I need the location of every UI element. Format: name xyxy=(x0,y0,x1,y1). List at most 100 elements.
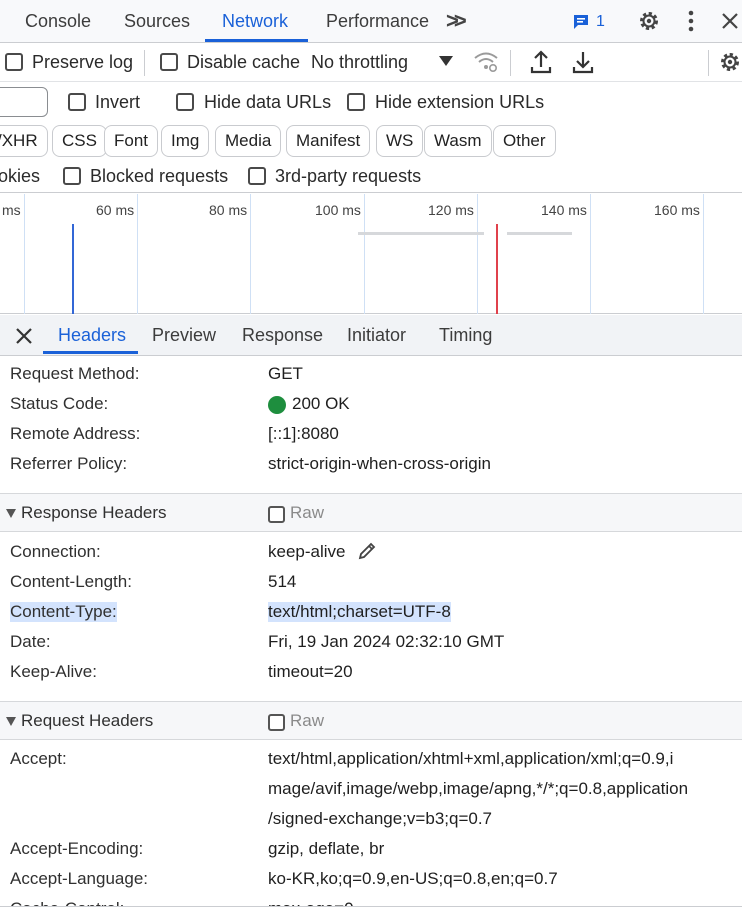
tab-initiator[interactable]: Initiator xyxy=(347,315,406,356)
filter-chip-xhr[interactable]: /XHR xyxy=(0,125,48,157)
tab-sources[interactable]: Sources xyxy=(124,0,190,42)
raw-request-headers-checkbox[interactable] xyxy=(268,714,285,731)
filter-chip-manifest[interactable]: Manifest xyxy=(286,125,371,157)
collapse-triangle-icon[interactable] xyxy=(6,717,16,726)
raw-response-headers-checkbox[interactable] xyxy=(268,506,285,523)
timeline-gridline xyxy=(477,194,478,314)
request-waterfall-bar xyxy=(507,232,572,235)
network-settings-gear-icon[interactable] xyxy=(718,50,742,74)
header-key: Request Method: xyxy=(10,364,140,383)
header-value-line: text/html,application/xhtml+xml,applicat… xyxy=(268,749,674,768)
preserve-log-checkbox[interactable] xyxy=(5,53,23,71)
header-value-line: /signed-exchange;v=b3;q=0.7 xyxy=(268,809,493,828)
request-headers-section[interactable]: Request Headers Raw xyxy=(0,701,742,740)
section-title: Response Headers xyxy=(21,503,167,522)
export-har-download-icon[interactable] xyxy=(571,49,595,75)
timeline-gridline xyxy=(250,194,251,314)
edit-pencil-icon[interactable] xyxy=(357,541,377,561)
header-key: Remote Address: xyxy=(10,424,141,443)
timeline-tick-label: ms xyxy=(2,202,21,218)
message-icon xyxy=(574,15,588,29)
filter-chip-img[interactable]: Img xyxy=(161,125,210,157)
timeline-gridline xyxy=(364,194,365,314)
third-party-requests-label: 3rd-party requests xyxy=(275,166,422,186)
tab-preview[interactable]: Preview xyxy=(152,315,216,356)
active-detail-tab-indicator xyxy=(43,351,138,354)
tab-response[interactable]: Response xyxy=(242,315,323,356)
header-value: ko-KR,ko;q=0.9,en-US;q=0.8,en;q=0.7 xyxy=(268,869,558,888)
raw-label: Raw xyxy=(290,711,325,730)
close-details-icon[interactable] xyxy=(14,326,34,346)
header-value: GET xyxy=(268,364,303,383)
timeline-gridline xyxy=(24,194,25,314)
third-party-requests-checkbox[interactable] xyxy=(248,167,266,185)
collapse-triangle-icon[interactable] xyxy=(6,509,16,518)
tab-timing[interactable]: Timing xyxy=(439,315,492,356)
throttling-select[interactable]: No throttling xyxy=(311,52,408,73)
raw-label: Raw xyxy=(290,503,325,522)
header-value: [::1]:8080 xyxy=(268,424,339,443)
settings-gear-icon[interactable] xyxy=(636,8,662,34)
blocked-requests-checkbox[interactable] xyxy=(63,167,81,185)
header-row: Content-Length: 514 xyxy=(0,568,742,598)
filter-chip-media[interactable]: Media xyxy=(215,125,282,157)
filter-chip-css[interactable]: CSS xyxy=(52,125,107,157)
filter-chip-wasm[interactable]: Wasm xyxy=(424,125,492,157)
tab-console[interactable]: Console xyxy=(25,0,91,42)
more-options-kebab-icon[interactable] xyxy=(678,8,704,34)
header-value-line: mage/avif,image/webp,image/apng,*/*;q=0.… xyxy=(268,779,689,798)
disable-cache-checkbox[interactable] xyxy=(160,53,178,71)
filter-chip-font[interactable]: Font xyxy=(104,125,159,157)
header-row: Keep-Alive: timeout=20 xyxy=(0,658,742,688)
header-key: Status Code: xyxy=(10,394,109,413)
hide-extension-urls-label: Hide extension URLs xyxy=(375,92,545,112)
tab-network[interactable]: Network xyxy=(222,0,288,42)
close-devtools-icon[interactable] xyxy=(717,8,742,34)
preserve-log-label: Preserve log xyxy=(32,52,134,72)
invert-label: Invert xyxy=(95,92,141,112)
toolbar-divider xyxy=(144,50,145,76)
disable-cache-label: Disable cache xyxy=(187,52,301,72)
tab-performance[interactable]: Performance xyxy=(326,0,429,42)
import-har-upload-icon[interactable] xyxy=(529,49,553,75)
invert-checkbox[interactable] xyxy=(68,93,86,111)
issues-count: 1 xyxy=(596,13,605,30)
timeline-tick-label: 60 ms xyxy=(96,202,135,218)
header-value: keep-alive xyxy=(268,542,346,561)
throttling-dropdown-icon[interactable] xyxy=(439,56,453,66)
header-row-accept: Accept: text/html,application/xhtml+xml,… xyxy=(0,745,742,835)
hide-extension-urls-checkbox[interactable] xyxy=(347,93,365,111)
hide-data-urls-checkbox[interactable] xyxy=(176,93,194,111)
header-row: Referrer Policy: strict-origin-when-cros… xyxy=(0,450,742,480)
network-conditions-wifi-icon[interactable] xyxy=(473,50,499,74)
toolbar-divider xyxy=(510,50,511,76)
devtools-tab-bar: Console Sources Network Performance >> 1 xyxy=(0,0,742,43)
filter-chip-other[interactable]: Other xyxy=(493,125,556,157)
tab-headers[interactable]: Headers xyxy=(58,315,126,356)
header-key: Referrer Policy: xyxy=(10,454,128,473)
request-waterfall-bar xyxy=(358,232,484,235)
timeline-gridline xyxy=(137,194,138,314)
header-row: Date: Fri, 19 Jan 2024 02:32:10 GMT xyxy=(0,628,742,658)
filter-chip-ws[interactable]: WS xyxy=(376,125,424,157)
issues-button[interactable]: 1 xyxy=(572,12,605,32)
header-key: Accept-Encoding: xyxy=(10,839,144,858)
header-row: Request Method: GET xyxy=(0,360,742,390)
section-title: Request Headers xyxy=(21,711,154,730)
header-value: timeout=20 xyxy=(268,662,353,681)
timeline-tick-label: 160 ms xyxy=(654,202,700,218)
timeline-gridline xyxy=(590,194,591,314)
more-tabs-chevron-icon[interactable]: >> xyxy=(446,8,467,34)
active-tab-indicator xyxy=(205,39,308,42)
network-overview-timeline[interactable]: ms 60 ms 80 ms 100 ms 120 ms 140 ms 160 … xyxy=(0,194,742,314)
filter-input[interactable] xyxy=(0,87,48,117)
request-details-tab-bar: Headers Preview Response Initiator Timin… xyxy=(0,315,742,356)
header-value-selected: text/html;charset=UTF-8 xyxy=(268,602,451,622)
header-key: Date: xyxy=(10,632,51,651)
status-code-value: 200 OK xyxy=(292,394,350,413)
response-headers-section[interactable]: Response Headers Raw xyxy=(0,493,742,532)
header-key: Keep-Alive: xyxy=(10,662,97,681)
header-value: gzip, deflate, br xyxy=(268,839,385,858)
header-row: Accept-Encoding: gzip, deflate, br xyxy=(0,835,742,865)
horizontal-scrollbar[interactable] xyxy=(0,906,742,918)
